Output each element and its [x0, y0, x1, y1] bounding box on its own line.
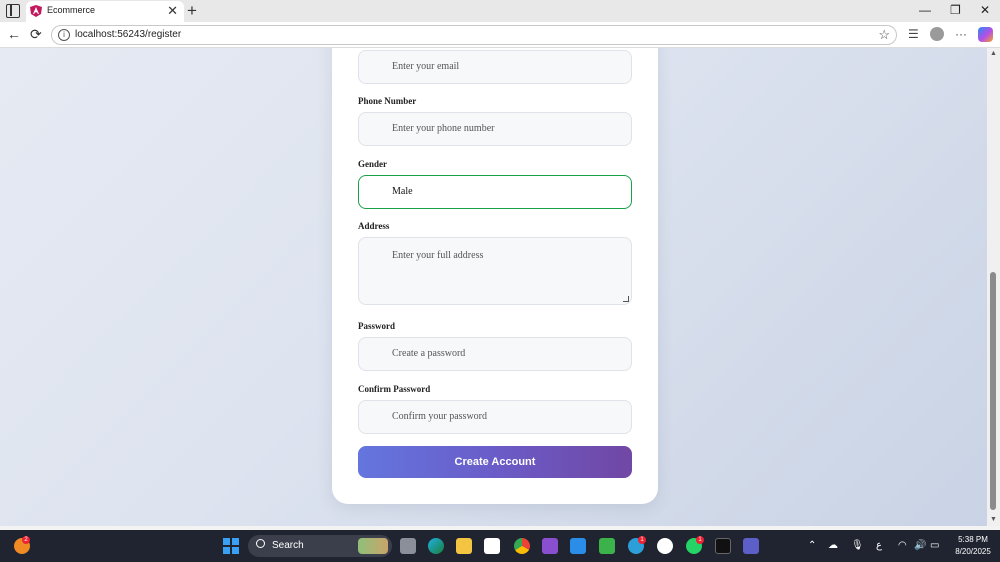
widgets-badge: 2: [22, 536, 30, 544]
tab-strip: Ecommerce ✕ + — ❐ ✕: [0, 0, 1000, 22]
browser-tab[interactable]: Ecommerce ✕: [26, 1, 184, 22]
gender-select[interactable]: Male: [358, 175, 632, 209]
favorite-star-icon[interactable]: ☆: [878, 27, 890, 43]
angular-logo-icon: [30, 5, 42, 17]
task-view-icon[interactable]: [400, 538, 416, 554]
address-label: Address: [358, 221, 390, 231]
password-label: Password: [358, 321, 396, 331]
confirm-password-label: Confirm Password: [358, 384, 431, 394]
confirm-password-field[interactable]: Confirm your password: [358, 400, 632, 434]
search-highlight-image: [358, 538, 388, 554]
whatsapp-badge: 1: [696, 536, 704, 544]
phone-field[interactable]: Enter your phone number: [358, 112, 632, 146]
page-viewport: Enter your email Phone Number Enter your…: [0, 48, 987, 526]
taskbar-search[interactable]: Search: [248, 535, 392, 557]
create-account-button[interactable]: Create Account: [358, 446, 632, 478]
microsoft-store-icon[interactable]: [484, 538, 500, 554]
tray-overflow-icon[interactable]: ⌃: [808, 540, 816, 552]
phone-label: Phone Number: [358, 96, 417, 106]
address-textarea[interactable]: Enter your full address: [358, 237, 632, 305]
start-icon[interactable]: [223, 538, 239, 554]
profile-avatar-icon[interactable]: [930, 27, 944, 41]
search-label: Search: [272, 540, 304, 551]
gender-label: Gender: [358, 159, 387, 169]
tab-actions-icon[interactable]: [6, 4, 20, 18]
resize-handle-icon[interactable]: [623, 296, 629, 302]
file-explorer-icon[interactable]: [456, 538, 472, 554]
password-field[interactable]: Create a password: [358, 337, 632, 371]
clock-date[interactable]: 8/20/2025: [948, 547, 998, 556]
battery-icon[interactable]: ▭: [930, 540, 939, 552]
more-menu-icon[interactable]: ···: [955, 27, 967, 41]
edge-icon[interactable]: [428, 538, 444, 554]
search-icon: [256, 539, 265, 548]
close-window-icon[interactable]: ✕: [980, 3, 990, 17]
restore-icon[interactable]: ❐: [950, 3, 961, 17]
page-scrollbar[interactable]: ▲ ▼: [987, 48, 1000, 526]
chrome-icon[interactable]: [514, 538, 530, 554]
language-indicator[interactable]: ع: [876, 540, 882, 552]
onedrive-icon[interactable]: ☁: [828, 540, 838, 552]
address-bar[interactable]: i localhost:56243/register ☆: [51, 25, 897, 45]
register-card: Enter your email Phone Number Enter your…: [332, 48, 658, 504]
browser-toolbar: ← ⟳ i localhost:56243/register ☆ ☰ ···: [0, 22, 1000, 48]
volume-icon[interactable]: 🔊: [914, 540, 926, 552]
app-badge: 1: [638, 536, 646, 544]
scroll-down-icon[interactable]: ▼: [990, 516, 997, 523]
windows-taskbar: 2 Search 1 1 ⌃ ☁ 🎙 ع ◠ 🔊 ▭ 5:38 PM 8/20/…: [0, 530, 1000, 562]
microphone-icon[interactable]: 🎙: [851, 540, 864, 552]
back-icon[interactable]: ←: [7, 26, 21, 42]
clock-time[interactable]: 5:38 PM: [948, 535, 998, 544]
address-placeholder: Enter your full address: [392, 250, 484, 261]
url-text[interactable]: localhost:56243/register: [75, 29, 181, 40]
collections-icon[interactable]: ☰: [908, 27, 919, 41]
vscode-icon[interactable]: [570, 538, 586, 554]
teams-classroom-icon[interactable]: [599, 538, 615, 554]
chatgpt-icon[interactable]: [657, 538, 673, 554]
tab-close-icon[interactable]: ✕: [167, 3, 178, 18]
wifi-icon[interactable]: ◠: [898, 540, 907, 552]
terminal-icon[interactable]: [715, 538, 731, 554]
site-info-icon[interactable]: i: [58, 29, 70, 41]
reload-icon[interactable]: ⟳: [30, 26, 42, 42]
email-field[interactable]: Enter your email: [358, 50, 632, 84]
copilot-icon[interactable]: [978, 27, 993, 42]
visual-studio-icon[interactable]: [542, 538, 558, 554]
tab-title: Ecommerce: [47, 5, 96, 15]
scroll-thumb[interactable]: [990, 272, 996, 510]
new-tab-icon[interactable]: +: [187, 0, 197, 21]
minimize-icon[interactable]: —: [919, 3, 931, 17]
teams-icon[interactable]: [743, 538, 759, 554]
scroll-up-icon[interactable]: ▲: [990, 50, 997, 57]
